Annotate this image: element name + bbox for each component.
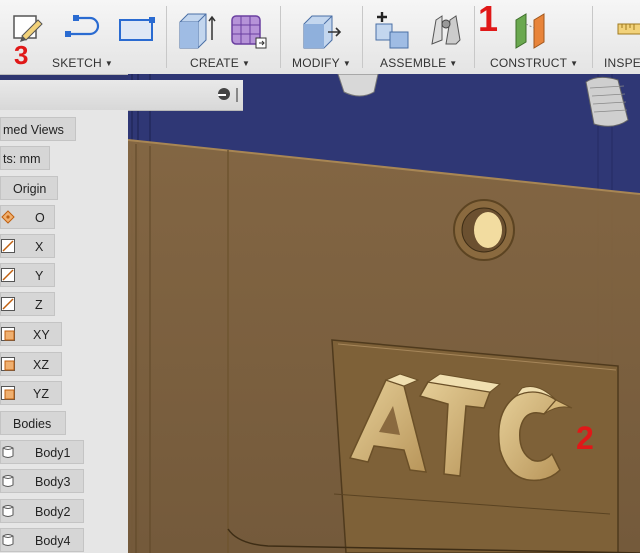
- form-button[interactable]: [228, 10, 267, 49]
- plane-icon: [1, 327, 15, 341]
- axis-icon: [1, 239, 15, 253]
- rectangle-tool-button[interactable]: [114, 10, 155, 48]
- plane-icon: [1, 386, 15, 400]
- toolbar: SKETCH ▼ CREATE ▼ MODIFY ▼ ASSEMBLE ▼ CO…: [0, 0, 640, 75]
- origin-point-node[interactable]: O: [0, 205, 55, 229]
- construct-menu[interactable]: CONSTRUCT ▼: [490, 56, 578, 70]
- x-axis-label: X: [35, 240, 44, 254]
- body-icon: [2, 475, 14, 487]
- extrude-box-icon: [179, 13, 216, 49]
- xy-plane-label: XY: [33, 328, 50, 342]
- body-icon: [2, 505, 14, 517]
- z-axis-label: Z: [35, 298, 43, 312]
- body-icon: [2, 534, 14, 546]
- inspect-label: INSPE: [604, 56, 640, 70]
- new-component-button[interactable]: [372, 10, 410, 49]
- named-views-label: med Views: [3, 123, 64, 137]
- body-icon: [2, 446, 14, 458]
- xy-plane-node[interactable]: XY: [0, 322, 62, 346]
- joint-button[interactable]: [426, 10, 464, 48]
- caret-down-icon: ▼: [241, 59, 251, 68]
- ruler-icon: [617, 23, 640, 35]
- yz-plane-label: YZ: [33, 387, 49, 401]
- xz-plane-node[interactable]: XZ: [0, 352, 62, 376]
- toolbar-divider: [280, 6, 281, 68]
- axis-icon: [1, 297, 15, 311]
- z-axis-node[interactable]: Z: [0, 292, 55, 316]
- annotation-2: 2: [576, 420, 594, 456]
- toolbar-divider: [166, 6, 167, 68]
- minus-icon: [218, 94, 226, 96]
- origin-point-label: O: [35, 211, 45, 225]
- tspline-form-icon: [231, 15, 267, 49]
- bodies-node[interactable]: Bodies: [0, 411, 66, 435]
- sketch-menu[interactable]: SKETCH ▼: [52, 56, 113, 70]
- offset-plane-button[interactable]: [512, 10, 550, 49]
- toolbar-divider: [592, 6, 593, 68]
- y-axis-node[interactable]: Y: [0, 263, 55, 287]
- construct-label: CONSTRUCT: [490, 56, 568, 70]
- body2-node[interactable]: Body2: [0, 499, 84, 523]
- model-render: [128, 74, 640, 553]
- assemble-label: ASSEMBLE: [380, 56, 447, 70]
- line-arc-icon: [65, 15, 100, 37]
- rectangle-icon: [119, 17, 155, 41]
- caret-down-icon: ▼: [449, 59, 458, 68]
- body1-label: Body1: [35, 446, 71, 460]
- y-axis-label: Y: [35, 269, 44, 283]
- inspect-menu[interactable]: INSPE: [604, 56, 640, 70]
- axis-icon: [1, 268, 15, 282]
- sketch-label: SKETCH: [52, 56, 102, 70]
- origin-point-icon: [1, 210, 15, 224]
- named-views-node[interactable]: med Views: [0, 117, 76, 141]
- extrude-button[interactable]: [176, 10, 216, 49]
- units-label: ts: mm: [3, 152, 41, 166]
- units-node[interactable]: ts: mm: [0, 146, 50, 170]
- browser-panel-header[interactable]: [0, 80, 243, 111]
- xz-plane-label: XZ: [33, 358, 49, 372]
- body2-label: Body2: [35, 505, 71, 519]
- bodies-label: Bodies: [13, 417, 52, 431]
- x-axis-node[interactable]: X: [0, 234, 55, 258]
- body3-label: Body3: [35, 475, 71, 489]
- create-menu[interactable]: CREATE ▼: [190, 56, 250, 70]
- body4-label: Body4: [35, 534, 71, 548]
- press-pull-button[interactable]: [300, 10, 342, 49]
- annotation-1: 1: [478, 0, 499, 39]
- body3-node[interactable]: Body3: [0, 469, 84, 493]
- plane-icon: [1, 357, 15, 371]
- modify-menu[interactable]: MODIFY ▼: [292, 56, 351, 70]
- caret-down-icon: ▼: [342, 59, 351, 68]
- caret-down-icon: ▼: [104, 59, 113, 68]
- annotation-3: 3: [14, 40, 29, 70]
- yz-plane-node[interactable]: YZ: [0, 381, 62, 405]
- modify-label: MODIFY: [292, 56, 340, 70]
- line-tool-button[interactable]: [62, 10, 100, 48]
- origin-label: Origin: [13, 182, 47, 196]
- create-label: CREATE: [190, 56, 239, 70]
- press-pull-icon: [303, 15, 342, 49]
- toolbar-divider: [362, 6, 363, 68]
- canvas-viewport[interactable]: 2: [128, 74, 640, 553]
- panel-grip[interactable]: [236, 88, 238, 102]
- caret-down-icon: ▼: [570, 59, 579, 68]
- body1-node[interactable]: Body1: [0, 440, 84, 464]
- measure-button[interactable]: [614, 10, 640, 48]
- origin-node[interactable]: Origin: [0, 176, 58, 200]
- joint-icon: [431, 15, 461, 45]
- body4-node[interactable]: Body4: [0, 528, 84, 552]
- toolbar-divider: [474, 6, 475, 68]
- new-component-icon: [375, 12, 409, 49]
- assemble-menu[interactable]: ASSEMBLE ▼: [380, 56, 457, 70]
- offset-plane-icon: [515, 13, 545, 49]
